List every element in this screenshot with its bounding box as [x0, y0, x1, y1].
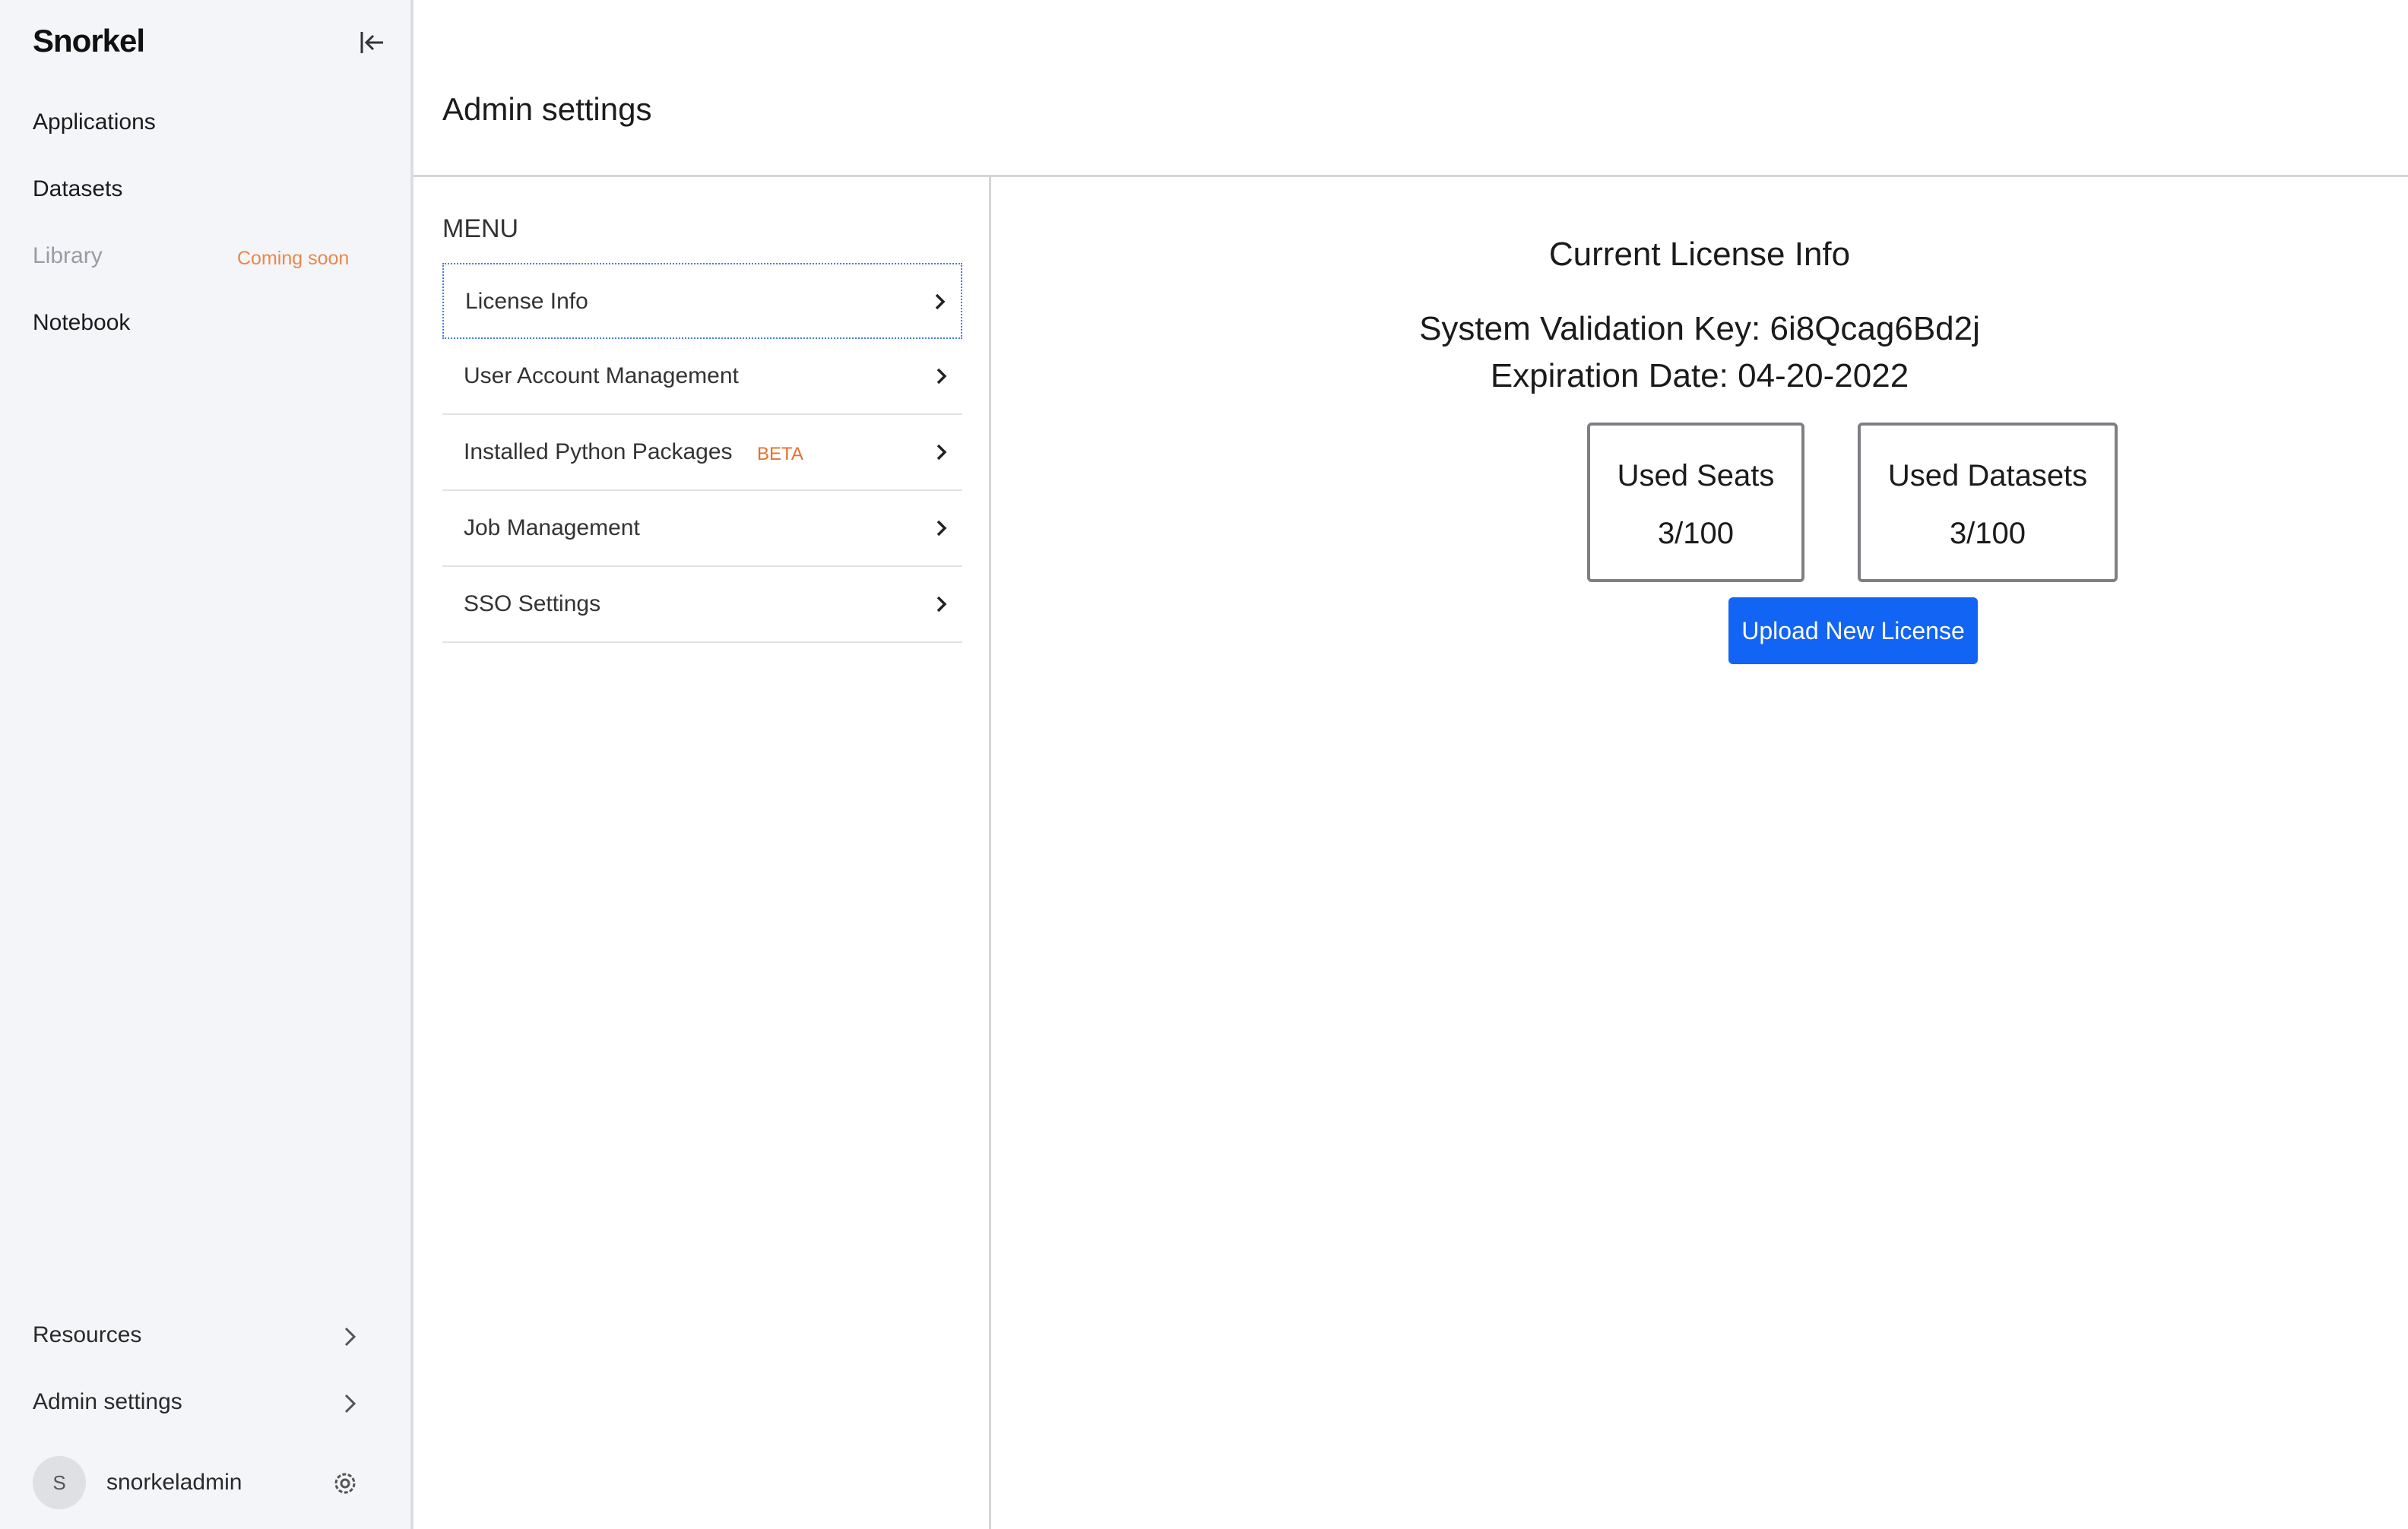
app-sidebar: Snorkel Applications Datasets Library Co…	[0, 0, 413, 1529]
avatar[interactable]: S	[33, 1456, 86, 1509]
menu-title: MENU	[442, 214, 519, 243]
sidebar-item-admin-settings[interactable]: Admin settings	[33, 1389, 360, 1415]
chevron-right-icon	[933, 591, 950, 617]
beta-badge: BETA	[757, 444, 803, 464]
used-datasets-label: Used Datasets	[1887, 459, 2088, 492]
chevron-right-icon	[341, 1324, 360, 1350]
gear-icon[interactable]	[330, 1468, 360, 1499]
expiration-date: Expiration Date: 04-20-2022	[1490, 357, 1909, 394]
used-seats-value: 3/100	[1657, 517, 1735, 550]
sidebar-item-datasets[interactable]: Datasets	[33, 176, 122, 202]
chevron-right-icon	[341, 1391, 360, 1417]
page-title: Admin settings	[442, 91, 652, 127]
sidebar-item-label: Resources	[33, 1322, 142, 1347]
menu-item-label: SSO Settings	[464, 591, 601, 616]
chevron-right-icon	[932, 289, 949, 315]
chevron-right-icon	[933, 515, 950, 541]
coming-soon-badge: Coming soon	[237, 248, 350, 269]
chevron-right-icon	[933, 439, 950, 465]
snorkel-logo: Snorkel	[33, 23, 145, 59]
menu-item-license-info[interactable]: License Info	[442, 263, 962, 339]
menu-item-label: Installed Python Packages	[464, 439, 733, 464]
upload-new-license-button[interactable]: Upload New License	[1728, 597, 1978, 664]
menu-item-user-account-management[interactable]: User Account Management	[442, 339, 962, 415]
sidebar-item-library: Library	[33, 243, 103, 268]
sidebar-item-applications[interactable]: Applications	[33, 109, 156, 135]
used-datasets-card: Used Datasets 3/100	[1858, 423, 2118, 582]
used-seats-card: Used Seats 3/100	[1587, 423, 1804, 582]
sidebar-item-label: Admin settings	[33, 1389, 182, 1414]
menu-item-label: Job Management	[464, 515, 640, 540]
menu-item-job-management[interactable]: Job Management	[442, 491, 962, 567]
used-seats-label: Used Seats	[1617, 459, 1775, 492]
username: snorkeladmin	[106, 1470, 242, 1495]
license-info-title: Current License Info	[1548, 236, 1851, 273]
collapse-sidebar-icon[interactable]	[356, 27, 389, 58]
sidebar-item-notebook[interactable]: Notebook	[33, 310, 130, 336]
sidebar-item-resources[interactable]: Resources	[33, 1322, 360, 1348]
system-validation-key: System Validation Key: 6i8Qcag6Bd2j	[1419, 310, 1980, 347]
chevron-right-icon	[933, 363, 950, 389]
used-datasets-value: 3/100	[1949, 517, 2026, 550]
menu-item-label: User Account Management	[464, 363, 739, 388]
menu-item-label: License Info	[465, 289, 588, 314]
menu-item-sso-settings[interactable]: SSO Settings	[442, 567, 962, 643]
menu-item-installed-python-packages[interactable]: Installed Python Packages BETA	[442, 415, 962, 491]
